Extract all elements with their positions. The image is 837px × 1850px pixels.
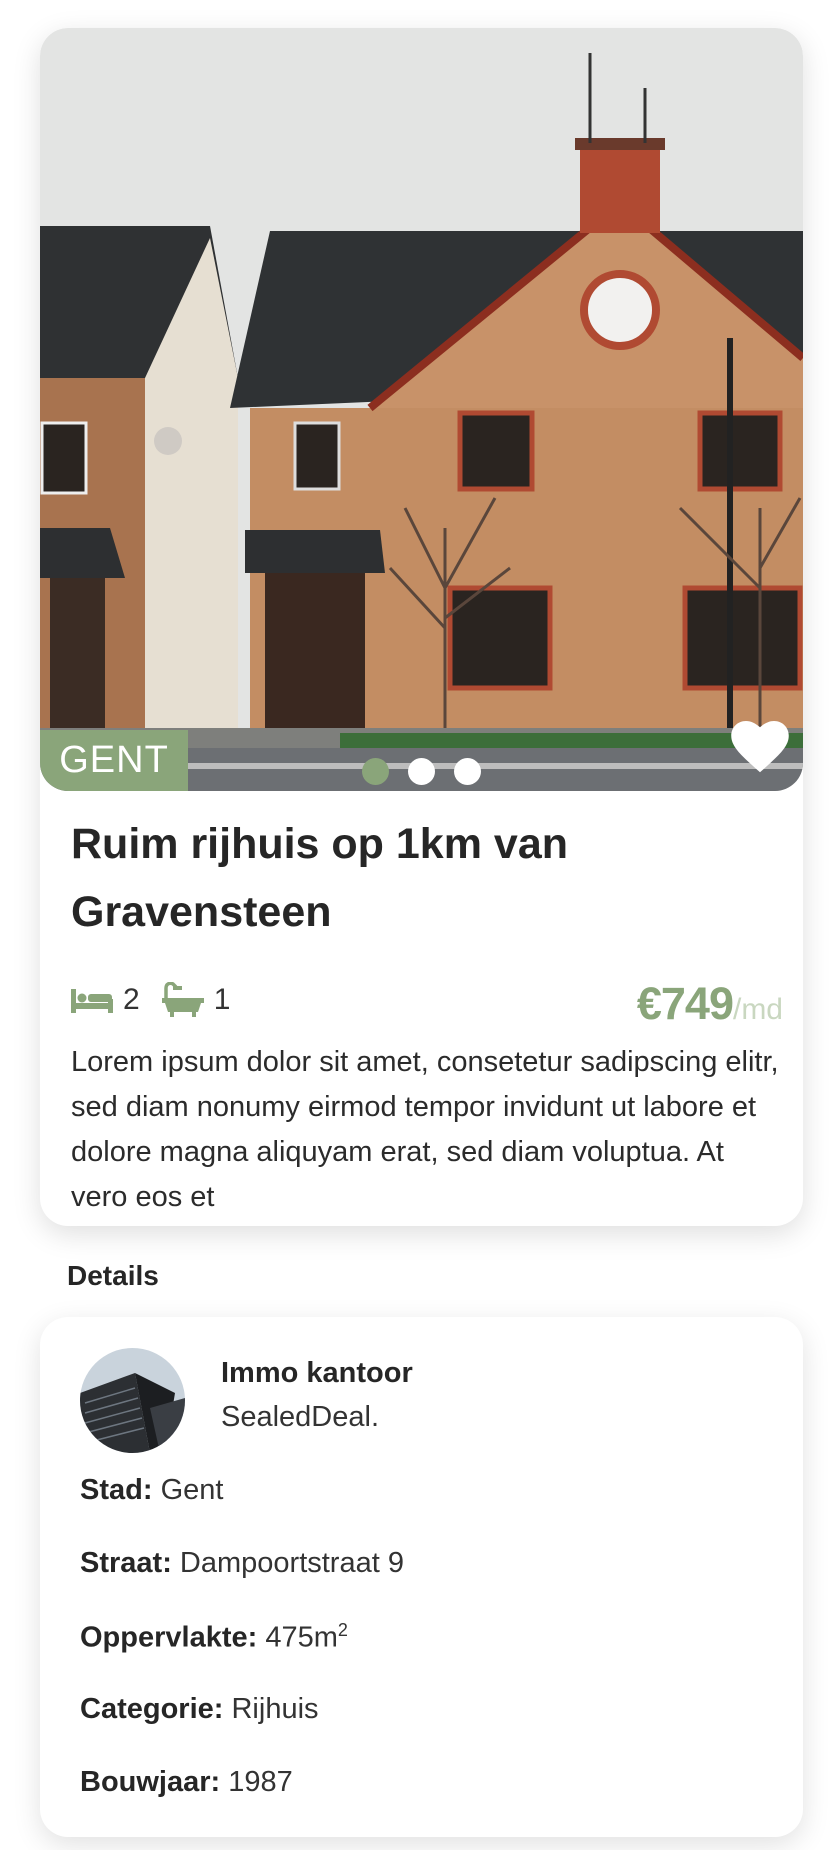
detail-label: Oppervlakte: — [80, 1621, 258, 1654]
detail-value: Dampoortstraat 9 — [179, 1547, 404, 1579]
detail-label: Bouwjaar: — [80, 1766, 221, 1798]
price-unit: /md — [732, 993, 783, 1026]
detail-row-area: Oppervlakte: 475m2 — [80, 1620, 348, 1655]
details-card: Immo kantoor SealedDeal. Stad: Gent Stra… — [40, 1317, 803, 1837]
carousel-indicator[interactable] — [362, 758, 481, 785]
detail-label: Categorie: — [80, 1693, 224, 1725]
listing-photo[interactable]: GENT — [40, 28, 803, 791]
listing-features: 2 1 — [71, 982, 252, 1018]
listing-description: Lorem ipsum dolor sit amet, consetetur s… — [71, 1046, 779, 1213]
detail-value: 475m — [265, 1621, 338, 1654]
agent-logo-photo — [80, 1348, 185, 1453]
detail-label: Straat: — [80, 1547, 172, 1579]
bed-icon — [71, 989, 113, 1013]
agent-name: SealedDeal. — [221, 1401, 379, 1433]
favorite-button[interactable] — [730, 718, 790, 774]
listing-price: €749 /md — [637, 978, 783, 1030]
house-photo — [40, 28, 803, 791]
agent-label: Immo kantoor — [221, 1357, 413, 1389]
heart-icon — [731, 721, 789, 773]
detail-row-city: Stad: Gent — [80, 1474, 223, 1507]
details-heading: Details — [67, 1260, 159, 1291]
agent-avatar[interactable] — [80, 1348, 185, 1453]
detail-label: Stad: — [80, 1474, 153, 1506]
bathtub-icon — [161, 982, 204, 1017]
detail-row-category: Categorie: Rijhuis — [80, 1693, 319, 1726]
price-amount: €749 — [636, 978, 734, 1029]
bedrooms-count: 2 — [123, 983, 140, 1016]
detail-row-street: Straat: Dampoortstraat 9 — [80, 1547, 404, 1580]
carousel-dot[interactable] — [408, 758, 435, 785]
detail-value: 1987 — [228, 1766, 293, 1798]
bathrooms-feature: 1 — [161, 982, 231, 1018]
city-badge: GENT — [40, 730, 188, 791]
listing-title: Ruim rijhuis op 1km van Gravensteen — [71, 820, 568, 936]
carousel-dot[interactable] — [454, 758, 481, 785]
bathrooms-count: 1 — [213, 983, 231, 1016]
listing-card[interactable]: GENT Ruim rijhuis op 1km van Gravensteen… — [40, 28, 803, 1226]
detail-row-year: Bouwjaar: 1987 — [80, 1766, 293, 1799]
detail-value-superscript: 2 — [337, 1620, 348, 1640]
carousel-dot[interactable] — [362, 758, 389, 785]
bedrooms-feature: 2 — [71, 983, 140, 1017]
detail-value: Gent — [160, 1474, 224, 1506]
detail-value: Rijhuis — [231, 1693, 319, 1725]
